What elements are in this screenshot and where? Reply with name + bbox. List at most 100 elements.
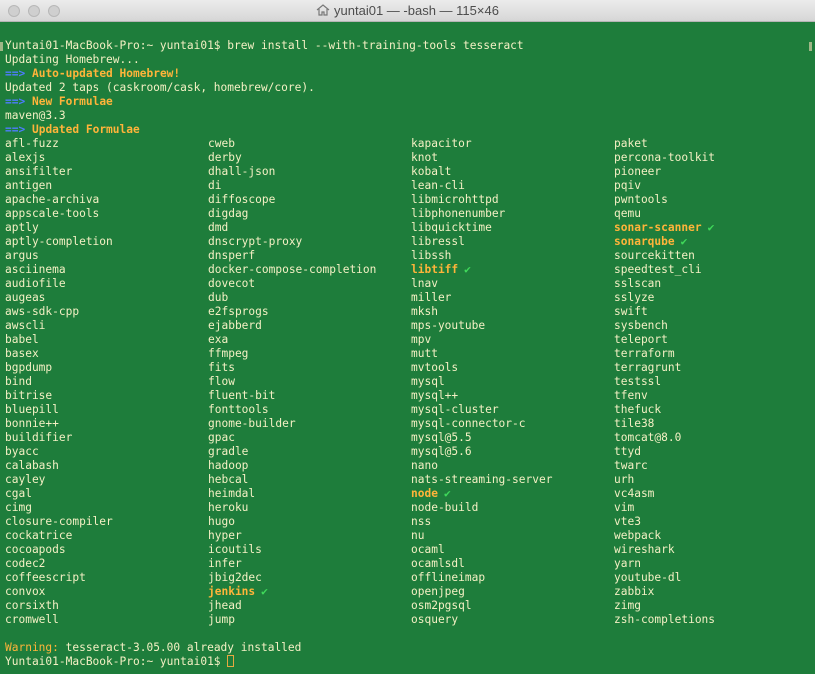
scroll-marker-left xyxy=(0,42,3,51)
formula-item: cocoapods xyxy=(5,543,113,557)
formula-item: closure-compiler xyxy=(5,515,113,529)
formula-name: mvtools xyxy=(411,361,459,374)
formula-item: dub xyxy=(208,291,376,305)
formula-name: e2fsprogs xyxy=(208,305,269,318)
formula-name: cocoapods xyxy=(5,543,66,556)
formula-name: dnsperf xyxy=(208,249,256,262)
formula-name: convox xyxy=(5,585,46,598)
text-cursor xyxy=(227,655,235,667)
formula-item: basex xyxy=(5,347,113,361)
formula-item: youtube-dl xyxy=(614,571,715,585)
formula-name: paket xyxy=(614,137,648,150)
formula-name: libphonenumber xyxy=(411,207,506,220)
formula-name: urh xyxy=(614,473,635,486)
formula-name: sslscan xyxy=(614,277,662,290)
formula-name: basex xyxy=(5,347,39,360)
formula-item: libressl xyxy=(411,235,552,249)
title-bar[interactable]: yuntai01 — -bash — 115×46 xyxy=(0,0,815,22)
formula-name: libtiff xyxy=(411,263,459,276)
formula-name: pioneer xyxy=(614,165,662,178)
formula-item: corsixth xyxy=(5,599,113,613)
updated-formulae-line: ==> Updated Formulae xyxy=(5,123,524,137)
formula-item: swift xyxy=(614,305,715,319)
formula-item: miller xyxy=(411,291,552,305)
formula-name: cayley xyxy=(5,473,46,486)
formula-name: youtube-dl xyxy=(614,571,682,584)
formula-item: sysbench xyxy=(614,319,715,333)
formula-item: mps-youtube xyxy=(411,319,552,333)
formula-item: cgal xyxy=(5,487,113,501)
formula-item: urh xyxy=(614,473,715,487)
formula-item: offlineimap xyxy=(411,571,552,585)
formula-name: flow xyxy=(208,375,235,388)
formula-name: nano xyxy=(411,459,438,472)
formula-name: terraform xyxy=(614,347,675,360)
formula-item: coffeescript xyxy=(5,571,113,585)
formula-item: argus xyxy=(5,249,113,263)
formula-item: libquicktime xyxy=(411,221,552,235)
formula-item: jump xyxy=(208,613,376,627)
formula-item: libmicrohttpd xyxy=(411,193,552,207)
prompt: Yuntai01-MacBook-Pro:~ yuntai01$ xyxy=(5,39,221,52)
formula-name: di xyxy=(208,179,222,192)
auto-updated-heading: Auto-updated Homebrew! xyxy=(31,67,181,80)
command-text: brew install --with-training-tools tesse… xyxy=(227,39,524,52)
formula-item: mysql@5.6 xyxy=(411,445,552,459)
formula-item: antigen xyxy=(5,179,113,193)
formula-name: yarn xyxy=(614,557,641,570)
auto-updated-line: ==> Auto-updated Homebrew! xyxy=(5,67,524,81)
formula-item: tfenv xyxy=(614,389,715,403)
formula-name: aptly xyxy=(5,221,39,234)
formula-item: openjpeg xyxy=(411,585,552,599)
formula-item: speedtest_cli xyxy=(614,263,715,277)
formula-item: nats-streaming-server xyxy=(411,473,552,487)
formula-name: corsixth xyxy=(5,599,59,612)
formula-item: fonttools xyxy=(208,403,376,417)
formula-name: byacc xyxy=(5,445,39,458)
formula-name: ffmpeg xyxy=(208,347,249,360)
formula-item: qemu xyxy=(614,207,715,221)
formula-item: mysql@5.5 xyxy=(411,431,552,445)
formula-item: augeas xyxy=(5,291,113,305)
formula-item: fits xyxy=(208,361,376,375)
formula-item: heimdal xyxy=(208,487,376,501)
formula-name: mps-youtube xyxy=(411,319,486,332)
final-prompt-line[interactable]: Yuntai01-MacBook-Pro:~ yuntai01$ xyxy=(5,655,301,669)
formula-item: mpv xyxy=(411,333,552,347)
formula-item: digdag xyxy=(208,207,376,221)
formula-name: dmd xyxy=(208,221,229,234)
terminal-content[interactable]: Yuntai01-MacBook-Pro:~ yuntai01$ brew in… xyxy=(0,22,815,674)
formula-name: babel xyxy=(5,333,39,346)
formula-name: testssl xyxy=(614,375,662,388)
formula-name: nu xyxy=(411,529,425,542)
formula-name: gradle xyxy=(208,445,249,458)
formula-column-2: cweb derby dhall-json di diffoscope digdag dmd… xyxy=(208,137,376,627)
formula-name: dub xyxy=(208,291,229,304)
formula-item: bitrise xyxy=(5,389,113,403)
formula-name: bitrise xyxy=(5,389,53,402)
formula-item: calabash xyxy=(5,459,113,473)
formula-item: ansifilter xyxy=(5,165,113,179)
formula-name: ttyd xyxy=(614,445,641,458)
warning-label: Warning: xyxy=(5,641,59,654)
formula-item: heroku xyxy=(208,501,376,515)
formula-item: pqiv xyxy=(614,179,715,193)
formula-item: mysql++ xyxy=(411,389,552,403)
formula-name: speedtest_cli xyxy=(614,263,702,276)
formula-item: aptly xyxy=(5,221,113,235)
formula-item: icoutils xyxy=(208,543,376,557)
formula-item: cockatrice xyxy=(5,529,113,543)
formula-name: bgpdump xyxy=(5,361,53,374)
formula-name: heimdal xyxy=(208,487,256,500)
formula-name: webpack xyxy=(614,529,662,542)
formula-name: jenkins xyxy=(208,585,256,598)
formula-name: argus xyxy=(5,249,39,262)
formula-column-4: paket percona-toolkit pioneer pqiv pwntools q… xyxy=(614,137,715,627)
formula-item: zabbix xyxy=(614,585,715,599)
installed-formula-item: node ✔ xyxy=(411,487,552,501)
formula-item: derby xyxy=(208,151,376,165)
formula-name: apache-archiva xyxy=(5,193,100,206)
formula-name: infer xyxy=(208,557,242,570)
formula-name: zimg xyxy=(614,599,641,612)
formula-item: appscale-tools xyxy=(5,207,113,221)
